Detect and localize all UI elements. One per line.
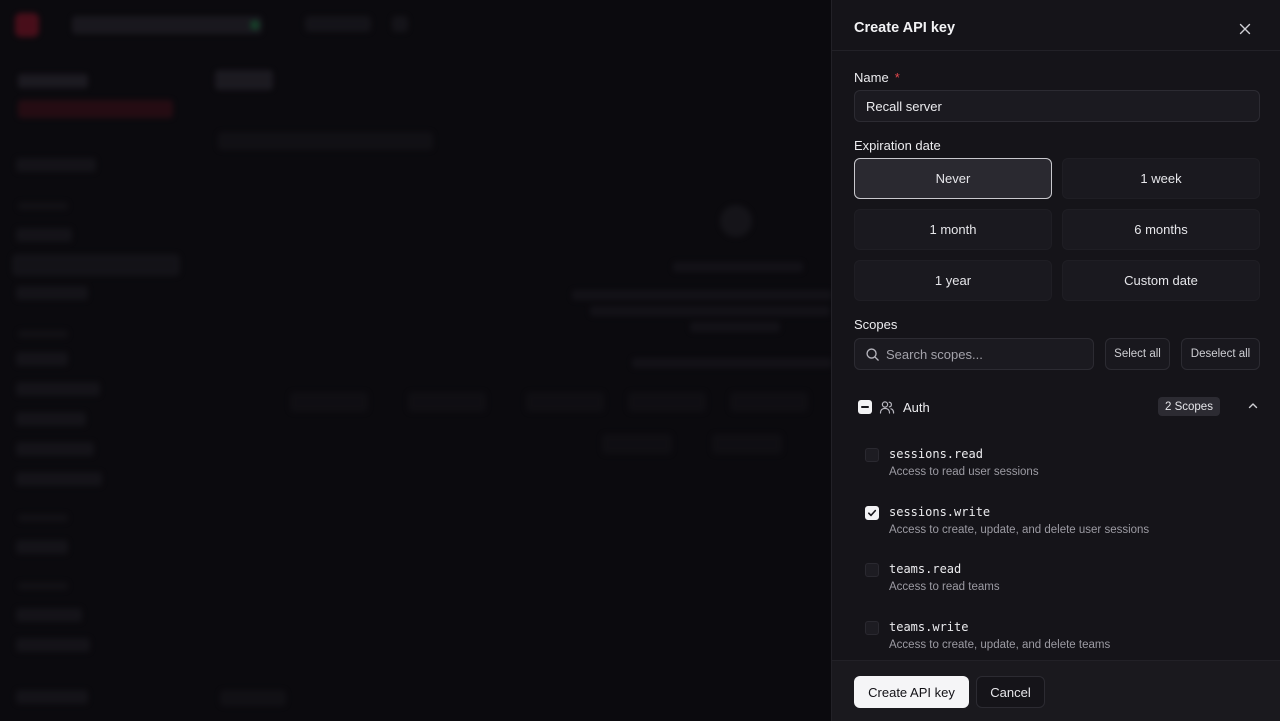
scope-item-sessions-read[interactable]: sessions.read Access to read user sessio… xyxy=(854,442,1260,486)
cancel-button[interactable]: Cancel xyxy=(976,676,1045,708)
name-label: Name * xyxy=(854,70,900,85)
background-chip xyxy=(712,434,782,454)
background-topbar-item xyxy=(305,16,371,32)
background-chip xyxy=(628,392,706,412)
name-input[interactable] xyxy=(854,90,1260,122)
background-logo xyxy=(15,13,39,37)
background-chip xyxy=(602,434,672,454)
background-sidebar-heading xyxy=(18,74,88,88)
chevron-up-icon[interactable] xyxy=(1246,399,1260,413)
background-page-title xyxy=(215,70,273,90)
expiration-option-custom-date[interactable]: Custom date xyxy=(1062,260,1260,301)
background-tab-bar xyxy=(218,132,433,150)
background-chip xyxy=(290,392,368,412)
group-checkbox[interactable] xyxy=(858,400,872,414)
drawer-footer: Create API key Cancel xyxy=(832,660,1280,721)
background-sidebar-item xyxy=(16,690,88,704)
scope-item-teams-write[interactable]: teams.write Access to create, update, an… xyxy=(854,615,1260,659)
deselect-all-button[interactable]: Deselect all xyxy=(1181,338,1260,370)
scope-description: Access to create, update, and delete use… xyxy=(889,524,1150,536)
create-api-key-drawer: Create API key Name * Expiration date Nev… xyxy=(831,0,1280,721)
background-empty-state-text xyxy=(632,358,832,368)
scope-description: Access to read teams xyxy=(889,581,1000,593)
background-chip xyxy=(730,392,808,412)
scope-name: teams.read xyxy=(889,562,962,576)
background-chip xyxy=(526,392,604,412)
background-sidebar-item xyxy=(16,228,72,242)
background-topbar-item xyxy=(392,16,408,32)
expiration-label: Expiration date xyxy=(854,138,941,153)
scope-checkbox[interactable] xyxy=(865,506,879,520)
background-sidebar-warning xyxy=(18,100,173,118)
expiration-option-6-months[interactable]: 6 months xyxy=(1062,209,1260,250)
scope-description: Access to create, update, and delete tea… xyxy=(889,639,1111,651)
background-org-switcher xyxy=(72,16,262,34)
close-icon xyxy=(1239,23,1251,35)
close-button[interactable] xyxy=(1234,18,1256,40)
scope-name: sessions.write xyxy=(889,505,991,519)
scope-search-input[interactable] xyxy=(886,339,1091,369)
background-sidebar-item xyxy=(16,638,90,652)
select-all-button[interactable]: Select all xyxy=(1105,338,1170,370)
drawer-header: Create API key xyxy=(832,0,1280,51)
scope-name: teams.write xyxy=(889,620,969,634)
expiration-option-never[interactable]: Never xyxy=(854,158,1052,199)
background-sidebar-item xyxy=(16,412,86,426)
background-empty-state-icon xyxy=(720,205,752,237)
scope-checkbox[interactable] xyxy=(865,621,879,635)
indeterminate-mark xyxy=(861,406,869,408)
scope-checkbox[interactable] xyxy=(865,448,879,462)
background-footer-item xyxy=(220,690,286,706)
scope-group-auth[interactable]: Auth 2 Scopes xyxy=(854,392,1260,422)
background-sidebar-section xyxy=(18,202,68,210)
drawer-title: Create API key xyxy=(854,20,956,36)
scope-description: Access to read user sessions xyxy=(889,466,1039,478)
background-empty-state-text xyxy=(690,322,780,332)
background-empty-state-title xyxy=(673,262,803,272)
background-sidebar-item xyxy=(16,382,100,396)
background-status-dot xyxy=(250,20,260,30)
scopes-label: Scopes xyxy=(854,317,898,332)
scope-item-teams-read[interactable]: teams.read Access to read teams xyxy=(854,557,1260,601)
users-icon xyxy=(879,401,895,414)
background-sidebar-section xyxy=(18,330,68,338)
background-sidebar-item xyxy=(16,158,96,172)
check-icon xyxy=(868,509,877,517)
expiration-option-1-week[interactable]: 1 week xyxy=(1062,158,1260,199)
scope-search xyxy=(854,338,1094,370)
name-label-text: Name xyxy=(854,70,889,85)
background-sidebar-section xyxy=(18,514,68,522)
background-sidebar-active-item xyxy=(12,254,180,276)
scope-checkbox[interactable] xyxy=(865,563,879,577)
scope-name: sessions.read xyxy=(889,447,983,461)
background-chip xyxy=(408,392,486,412)
background-sidebar-item xyxy=(16,286,88,300)
background-sidebar-section xyxy=(18,582,68,590)
create-api-key-button[interactable]: Create API key xyxy=(854,676,969,708)
expiration-option-1-month[interactable]: 1 month xyxy=(854,209,1052,250)
background-sidebar xyxy=(0,60,200,721)
scope-count-badge: 2 Scopes xyxy=(1158,397,1220,416)
background-sidebar-item xyxy=(16,608,82,622)
background-sidebar-item xyxy=(16,472,102,486)
group-name: Auth xyxy=(903,400,930,415)
background-empty-state-text xyxy=(572,290,832,300)
background-sidebar-item xyxy=(16,442,94,456)
expiration-option-1-year[interactable]: 1 year xyxy=(854,260,1052,301)
background-sidebar-item xyxy=(16,352,68,366)
scope-item-sessions-write[interactable]: sessions.write Access to create, update,… xyxy=(854,500,1260,544)
background-empty-state-text xyxy=(590,306,830,316)
search-icon xyxy=(866,348,879,361)
required-mark: * xyxy=(894,70,900,85)
background-sidebar-item xyxy=(16,540,68,554)
